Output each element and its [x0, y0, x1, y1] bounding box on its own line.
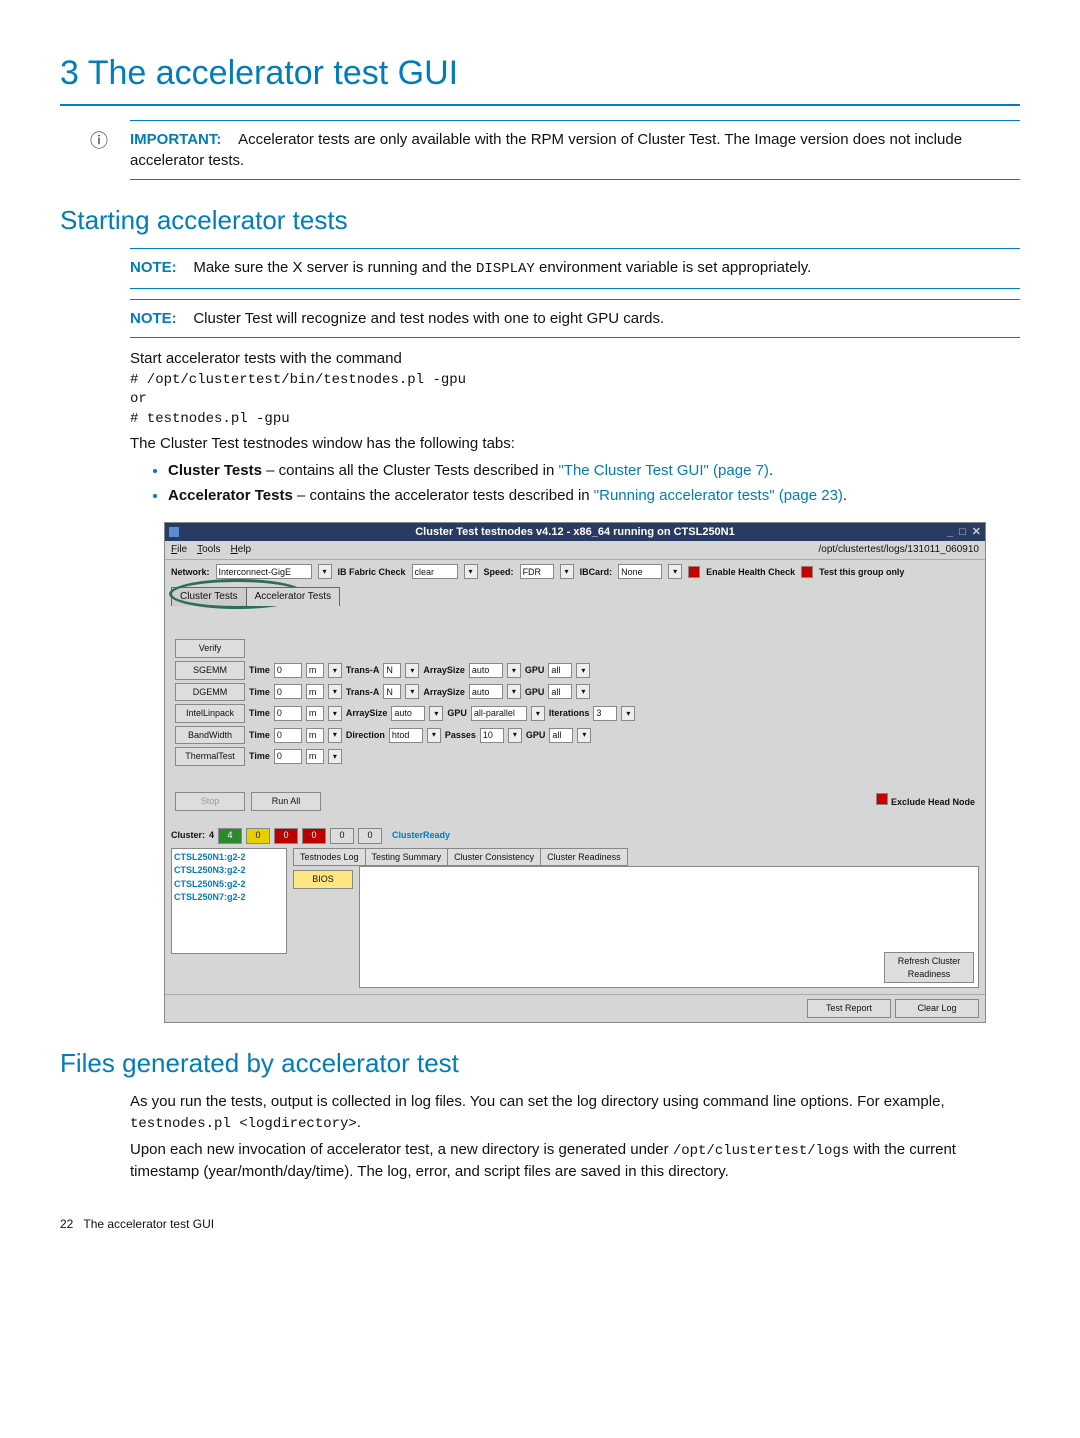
speed-label: Speed:: [484, 566, 514, 579]
menu-file[interactable]: File: [171, 543, 187, 557]
page-title: 3 The accelerator test GUI: [60, 50, 1020, 106]
ibcard-select[interactable]: None: [618, 564, 662, 579]
cluster-count-red1[interactable]: 0: [274, 828, 298, 844]
note-label: NOTE:: [130, 259, 177, 276]
window-title: Cluster Test testnodes v4.12 - x86_64 ru…: [415, 525, 735, 540]
maximize-icon[interactable]: □: [959, 525, 966, 540]
ibfabric-label: IB Fabric Check: [338, 566, 406, 579]
band-time-input[interactable]: 0: [274, 728, 302, 743]
cluster-ready: ClusterReady: [392, 829, 450, 842]
minimize-icon[interactable]: _: [947, 525, 953, 540]
intelinpack-button[interactable]: IntelLinpack: [175, 704, 245, 723]
cmd2: # testnodes.pl -gpu: [130, 410, 1020, 430]
cluster-count-yellow[interactable]: 0: [246, 828, 270, 844]
cmd1: # /opt/clustertest/bin/testnodes.pl -gpu: [130, 371, 1020, 391]
section-starting: Starting accelerator tests: [60, 202, 1020, 238]
log-panel: Refresh Cluster Readiness: [359, 866, 979, 988]
group-only-checkbox[interactable]: [801, 566, 813, 578]
bullet-accel-tests: Accelerator Tests – contains the acceler…: [168, 485, 1020, 506]
list-item[interactable]: CTSL250N1:g2-2: [174, 851, 284, 864]
cluster-count-green[interactable]: 4: [218, 828, 242, 844]
intel-iterations[interactable]: 3: [593, 706, 617, 721]
subtab-testing-summary[interactable]: Testing Summary: [365, 848, 449, 867]
runall-button[interactable]: Run All: [251, 792, 321, 811]
sgemm-transa[interactable]: N: [383, 663, 401, 678]
note2: NOTE: Cluster Test will recognize and te…: [130, 299, 1020, 338]
important-icon: ⓘ: [90, 129, 108, 154]
ibfabric-select[interactable]: clear: [412, 564, 458, 579]
health-check-checkbox[interactable]: [688, 566, 700, 578]
verify-button[interactable]: Verify: [175, 639, 245, 658]
speed-select[interactable]: FDR: [520, 564, 554, 579]
list-item[interactable]: CTSL250N7:g2-2: [174, 891, 284, 904]
sgemm-time-input[interactable]: 0: [274, 663, 302, 678]
dropdown-icon[interactable]: ▾: [318, 564, 332, 579]
intel-gpu[interactable]: all-parallel: [471, 706, 527, 721]
cluster-label: Cluster:: [171, 829, 205, 842]
exclude-head-checkbox[interactable]: [876, 793, 888, 805]
subtab-cluster-readiness[interactable]: Cluster Readiness: [540, 848, 628, 867]
therm-time-input[interactable]: 0: [274, 749, 302, 764]
close-icon[interactable]: ✕: [972, 525, 981, 540]
network-select[interactable]: Interconnect-GigE: [216, 564, 312, 579]
list-item[interactable]: CTSL250N5:g2-2: [174, 878, 284, 891]
bios-button[interactable]: BIOS: [293, 870, 353, 889]
bandwidth-button[interactable]: BandWidth: [175, 726, 245, 745]
dgemm-time-input[interactable]: 0: [274, 684, 302, 699]
cluster-count-red2[interactable]: 0: [302, 828, 326, 844]
node-list[interactable]: CTSL250N1:g2-2 CTSL250N3:g2-2 CTSL250N5:…: [171, 848, 287, 954]
tab-cluster-tests[interactable]: Cluster Tests: [171, 587, 247, 606]
intel-time-input[interactable]: 0: [274, 706, 302, 721]
link-cluster-test-gui[interactable]: "The Cluster Test GUI" (page 7): [558, 462, 768, 479]
dgemm-button[interactable]: DGEMM: [175, 683, 245, 702]
link-running-accel[interactable]: "Running accelerator tests" (page 23): [594, 487, 843, 504]
dgemm-arraysize[interactable]: auto: [469, 684, 503, 699]
tabs-intro: The Cluster Test testnodes window has th…: [130, 433, 1020, 454]
band-direction[interactable]: htod: [389, 728, 423, 743]
cluster-count-grey2[interactable]: 0: [358, 828, 382, 844]
ibcard-label: IBCard:: [580, 566, 613, 579]
window-titlebar: Cluster Test testnodes v4.12 - x86_64 ru…: [165, 523, 985, 541]
log-path: /opt/clustertest/logs/131011_060910: [819, 543, 980, 557]
dgemm-gpu[interactable]: all: [548, 684, 572, 699]
important-text: Accelerator tests are only available wit…: [130, 131, 962, 169]
band-gpu[interactable]: all: [549, 728, 573, 743]
important-label: IMPORTANT:: [130, 131, 221, 148]
tab-accelerator-tests[interactable]: Accelerator Tests: [246, 587, 341, 606]
menu-help[interactable]: Help: [230, 543, 251, 557]
files-p2: Upon each new invocation of accelerator …: [130, 1139, 1020, 1183]
test-report-button[interactable]: Test Report: [807, 999, 891, 1018]
important-callout: ⓘ IMPORTANT: Accelerator tests are only …: [130, 120, 1020, 180]
files-p1: As you run the tests, output is collecte…: [130, 1091, 1020, 1135]
start-cmd-intro: Start accelerator tests with the command: [130, 348, 1020, 369]
bullet-cluster-tests: Cluster Tests – contains all the Cluster…: [168, 460, 1020, 481]
clear-log-button[interactable]: Clear Log: [895, 999, 979, 1018]
band-passes[interactable]: 10: [480, 728, 504, 743]
intel-arraysize[interactable]: auto: [391, 706, 425, 721]
menu-tools[interactable]: Tools: [197, 543, 220, 557]
subtab-testnodes-log[interactable]: Testnodes Log: [293, 848, 366, 867]
list-item[interactable]: CTSL250N3:g2-2: [174, 864, 284, 877]
note1: NOTE: Make sure the X server is running …: [130, 248, 1020, 289]
sgemm-arraysize[interactable]: auto: [469, 663, 503, 678]
window-icon: [169, 527, 179, 537]
page-footer: 22 The accelerator test GUI: [60, 1216, 1020, 1233]
subtab-cluster-consistency[interactable]: Cluster Consistency: [447, 848, 541, 867]
sgemm-gpu[interactable]: all: [548, 663, 572, 678]
dgemm-transa[interactable]: N: [383, 684, 401, 699]
cluster-count-grey1[interactable]: 0: [330, 828, 354, 844]
testnodes-window: Cluster Test testnodes v4.12 - x86_64 ru…: [164, 522, 986, 1022]
thermaltest-button[interactable]: ThermalTest: [175, 747, 245, 766]
stop-button[interactable]: Stop: [175, 792, 245, 811]
cmd-or: or: [130, 390, 1020, 410]
sgemm-button[interactable]: SGEMM: [175, 661, 245, 680]
section-files: Files generated by accelerator test: [60, 1045, 1020, 1081]
network-label: Network:: [171, 566, 210, 579]
refresh-cluster-button[interactable]: Refresh Cluster Readiness: [884, 952, 974, 983]
